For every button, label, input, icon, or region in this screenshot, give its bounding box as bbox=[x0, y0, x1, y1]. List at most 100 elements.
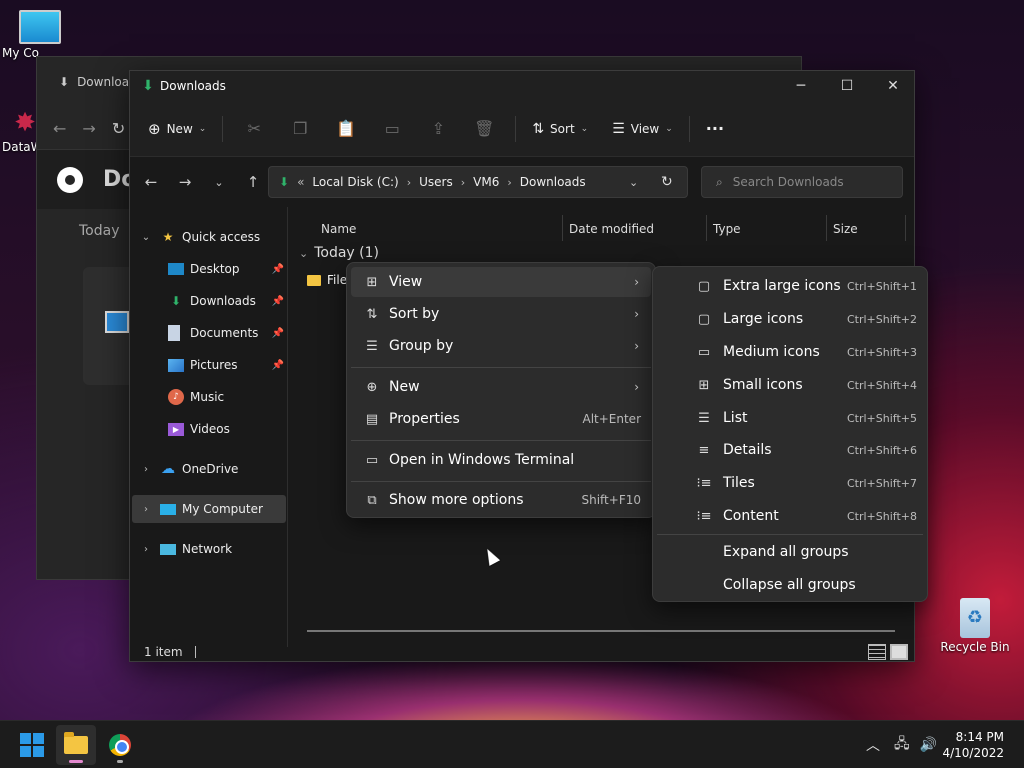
sidebar-item-label: Music bbox=[190, 390, 225, 404]
horizontal-scrollbar[interactable] bbox=[307, 630, 895, 632]
sidebar-item-my-computer[interactable]: › My Computer bbox=[132, 495, 286, 523]
more-options-button[interactable]: ··· bbox=[698, 111, 732, 147]
details-view-icon[interactable] bbox=[868, 644, 886, 660]
refresh-icon[interactable]: ↻ bbox=[661, 174, 673, 190]
breadcrumb-local-disk[interactable]: Local Disk (C:) bbox=[312, 175, 398, 189]
sort-button-label: Sort bbox=[550, 121, 575, 136]
network-status-icon[interactable]: 🖧 bbox=[894, 733, 910, 757]
taskbar-chrome[interactable] bbox=[100, 725, 140, 765]
maximize-button[interactable]: ☐ bbox=[824, 71, 870, 101]
recent-locations-button[interactable]: ⌄ bbox=[202, 167, 236, 197]
delete-icon[interactable]: 🗑 bbox=[469, 111, 499, 147]
sidebar-item-label: Desktop bbox=[190, 262, 240, 276]
sidebar-item-downloads[interactable]: ⬇ Downloads 📌 bbox=[130, 287, 288, 315]
chevron-right-icon[interactable]: › bbox=[140, 504, 152, 515]
share-icon[interactable]: ⇪ bbox=[423, 111, 453, 147]
view-button[interactable]: ☰ View ⌄ bbox=[604, 111, 681, 147]
context-menu-item-properties[interactable]: ▤ Properties Alt+Enter bbox=[351, 404, 651, 434]
file-row[interactable]: File bbox=[307, 273, 347, 287]
search-box[interactable]: ⌕ Search Downloads bbox=[701, 166, 903, 198]
view-option-small-icons[interactable]: ⊞ Small icons Ctrl+Shift+4 bbox=[657, 370, 923, 400]
new-button[interactable]: ⊕ New ⌄ bbox=[140, 111, 214, 147]
breadcrumb-vm6[interactable]: VM6 bbox=[473, 175, 499, 189]
sidebar-item-desktop[interactable]: Desktop 📌 bbox=[130, 255, 288, 283]
navigation-pane: ⌄ ★ Quick access Desktop 📌 ⬇ Downloads 📌… bbox=[130, 207, 288, 647]
context-menu-item-show-more-options[interactable]: ⧉ Show more options Shift+F10 bbox=[351, 485, 651, 515]
paste-icon[interactable]: 📋 bbox=[331, 111, 361, 147]
sidebar-item-documents[interactable]: Documents 📌 bbox=[130, 319, 288, 347]
chevron-right-icon[interactable]: › bbox=[140, 544, 152, 555]
pin-icon[interactable]: 📌 bbox=[272, 360, 284, 371]
sidebar-item-music[interactable]: ♪ Music bbox=[130, 383, 288, 411]
chevron-right-icon[interactable]: › bbox=[140, 464, 152, 475]
sidebar-item-videos[interactable]: ▶ Videos bbox=[130, 415, 288, 443]
expand-all-groups[interactable]: Expand all groups bbox=[657, 537, 923, 567]
context-menu-item-open-terminal[interactable]: ▭ Open in Windows Terminal bbox=[351, 445, 651, 475]
column-divider[interactable] bbox=[706, 215, 707, 241]
sidebar-item-quick-access[interactable]: ⌄ ★ Quick access bbox=[130, 223, 288, 251]
sidebar-item-label: Network bbox=[182, 542, 233, 556]
context-menu-item-sort-by[interactable]: ⇅ Sort by › bbox=[351, 299, 651, 329]
clock[interactable]: 8:14 PM 4/10/2022 bbox=[942, 729, 1004, 761]
pin-icon[interactable]: 📌 bbox=[272, 296, 284, 307]
cut-icon[interactable]: ✂ bbox=[239, 111, 269, 147]
up-button[interactable]: ↑ bbox=[236, 167, 270, 197]
column-header-date-modified[interactable]: Date modified bbox=[569, 215, 654, 243]
forward-button[interactable]: → bbox=[168, 167, 202, 197]
address-bar[interactable]: ⬇ « Local Disk (C:) › Users › VM6 › Down… bbox=[268, 166, 688, 198]
copy-icon[interactable]: ❐ bbox=[285, 111, 315, 147]
rename-icon[interactable]: ▭ bbox=[377, 111, 407, 147]
column-divider[interactable] bbox=[905, 215, 906, 241]
breadcrumb-downloads[interactable]: Downloads bbox=[520, 175, 586, 189]
column-header-size[interactable]: Size bbox=[833, 215, 858, 243]
volume-icon[interactable]: 🔊 bbox=[920, 737, 937, 753]
sidebar-item-network[interactable]: › Network bbox=[130, 535, 288, 563]
close-button[interactable]: ✕ bbox=[870, 71, 916, 101]
back-icon[interactable]: ← bbox=[53, 119, 66, 138]
back-button[interactable]: ← bbox=[134, 167, 168, 197]
sort-button[interactable]: ⇅ Sort ⌄ bbox=[524, 111, 596, 147]
view-option-extra-large-icons[interactable]: ▢ Extra large icons Ctrl+Shift+1 bbox=[657, 271, 923, 301]
context-menu-item-new[interactable]: ⊕ New › bbox=[351, 372, 651, 402]
sidebar-item-onedrive[interactable]: › ☁ OneDrive bbox=[130, 455, 288, 483]
title-bar[interactable]: ⬇ Downloads ─ ☐ ✕ bbox=[130, 71, 914, 101]
breadcrumb-separator-icon: › bbox=[460, 175, 466, 189]
collapse-all-groups[interactable]: Collapse all groups bbox=[657, 570, 923, 600]
large-icons-view-icon[interactable] bbox=[890, 644, 908, 660]
column-divider[interactable] bbox=[826, 215, 827, 241]
view-option-tiles[interactable]: ⁝≡ Tiles Ctrl+Shift+7 bbox=[657, 468, 923, 498]
submenu-label: Details bbox=[723, 442, 772, 458]
small-icons-icon: ⊞ bbox=[698, 377, 710, 393]
address-dropdown-icon[interactable]: ⌄ bbox=[629, 176, 638, 189]
search-icon: ⌕ bbox=[716, 174, 723, 189]
column-header-type[interactable]: Type bbox=[713, 215, 741, 243]
pin-icon[interactable]: 📌 bbox=[272, 328, 284, 339]
view-option-large-icons[interactable]: ▢ Large icons Ctrl+Shift+2 bbox=[657, 304, 923, 334]
chevron-down-icon[interactable]: ⌄ bbox=[140, 232, 152, 243]
context-menu-item-view[interactable]: ⊞ View › bbox=[351, 267, 651, 297]
clock-time: 8:14 PM bbox=[955, 730, 1004, 744]
breadcrumb-overflow[interactable]: « bbox=[297, 175, 304, 189]
view-option-details[interactable]: ≡ Details Ctrl+Shift+6 bbox=[657, 435, 923, 465]
pin-icon[interactable]: 📌 bbox=[272, 264, 284, 275]
desktop-icon-my-computer[interactable]: My Co bbox=[0, 10, 80, 60]
minimize-button[interactable]: ─ bbox=[778, 71, 824, 101]
sidebar-item-pictures[interactable]: Pictures 📌 bbox=[130, 351, 288, 379]
taskbar-file-explorer[interactable] bbox=[56, 725, 96, 765]
column-divider[interactable] bbox=[562, 215, 563, 241]
sidebar-item-label: Documents bbox=[190, 326, 259, 340]
breadcrumb-users[interactable]: Users bbox=[419, 175, 453, 189]
start-button[interactable] bbox=[12, 725, 52, 765]
context-menu-item-group-by[interactable]: ☰ Group by › bbox=[351, 331, 651, 361]
show-hidden-icons-icon[interactable]: ︿ bbox=[866, 735, 880, 755]
view-option-content[interactable]: ⁝≡ Content Ctrl+Shift+8 bbox=[657, 501, 923, 531]
chevron-down-icon[interactable]: ⌄ bbox=[299, 247, 308, 260]
forward-icon[interactable]: → bbox=[82, 119, 95, 138]
group-header-today[interactable]: ⌄ Today (1) bbox=[299, 245, 379, 261]
submenu-label: Extra large icons bbox=[723, 278, 841, 294]
column-header-name[interactable]: Name bbox=[321, 215, 356, 243]
view-option-medium-icons[interactable]: ▭ Medium icons Ctrl+Shift+3 bbox=[657, 337, 923, 367]
refresh-icon[interactable]: ↻ bbox=[112, 119, 125, 138]
view-option-list[interactable]: ☰ List Ctrl+Shift+5 bbox=[657, 403, 923, 433]
desktop-icon-recycle-bin[interactable]: ♻ Recycle Bin bbox=[935, 598, 1015, 654]
